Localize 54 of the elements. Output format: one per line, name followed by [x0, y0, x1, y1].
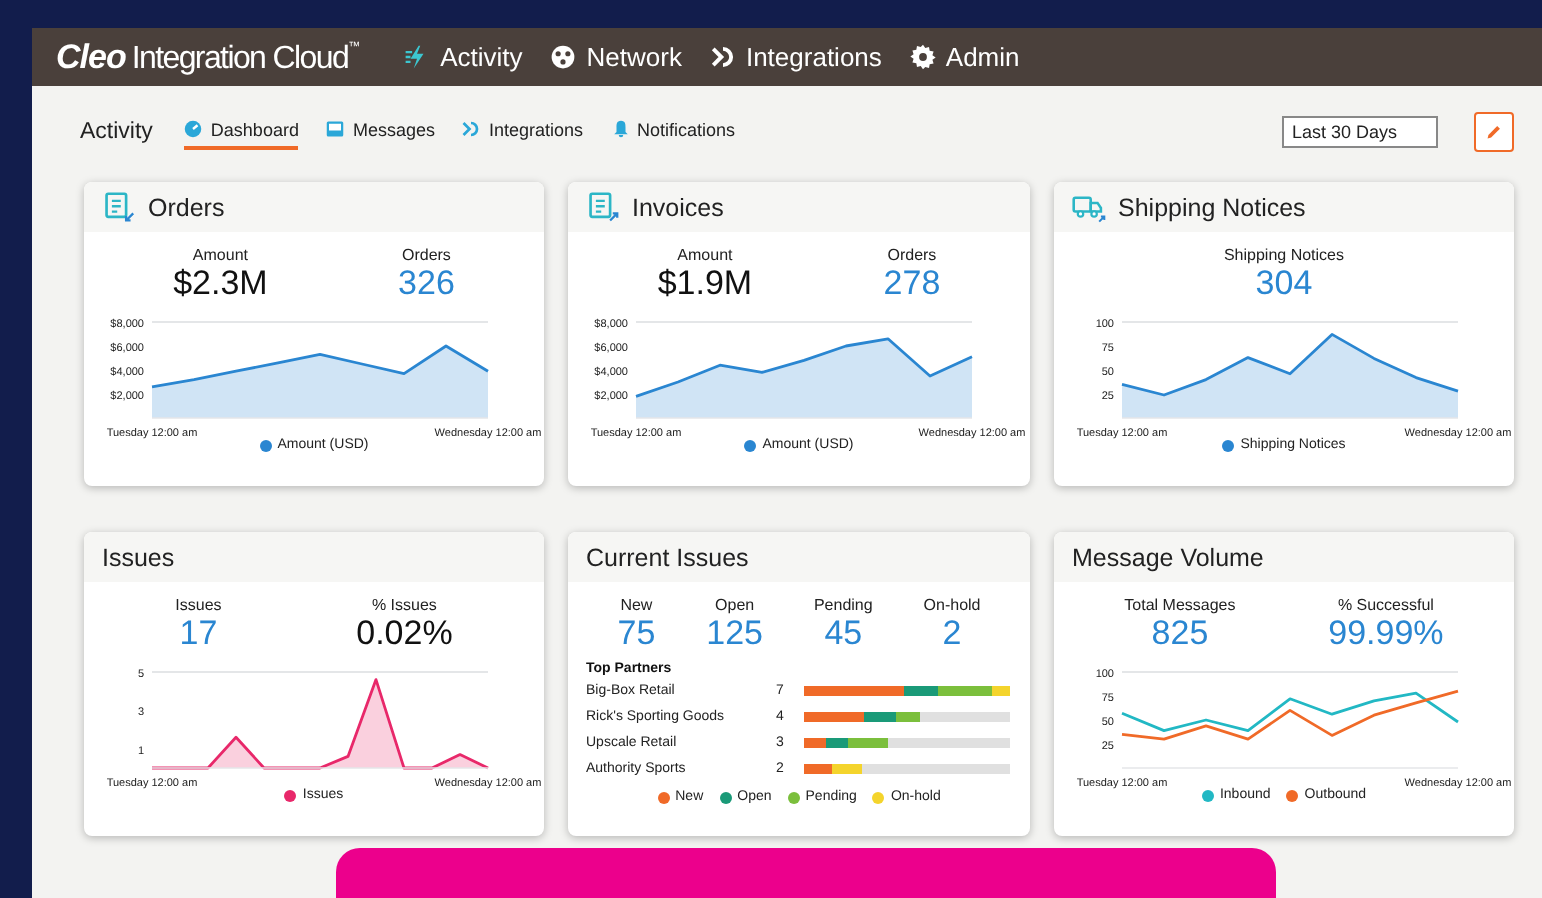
- integrations-icon: [462, 120, 481, 138]
- card-title: Orders: [148, 193, 225, 221]
- nav-link[interactable]: Integrations: [709, 42, 882, 72]
- stat-value: 2: [942, 614, 962, 652]
- stat-label: % Issues: [371, 596, 437, 614]
- tab[interactable]: Notifications: [611, 113, 736, 149]
- stat-label: On-hold: [923, 596, 981, 614]
- stat-label: Issues: [175, 596, 222, 614]
- stat-value: 75: [617, 614, 656, 652]
- document-arrow-icon: [586, 191, 620, 223]
- stat-label: Open: [715, 596, 755, 614]
- stat-value: 45: [824, 614, 863, 652]
- stat-label: Orders: [887, 246, 937, 264]
- nav-link[interactable]: Network: [550, 42, 682, 72]
- card-title: Message Volume: [1072, 543, 1264, 571]
- stat-label: Total Messages: [1124, 596, 1236, 614]
- nav-link[interactable]: Activity: [404, 42, 523, 72]
- stat-label: New: [620, 596, 653, 614]
- pencil-icon: [1486, 123, 1502, 139]
- stat-value: 825: [1151, 614, 1209, 652]
- nav-link[interactable]: Admin: [909, 42, 1020, 72]
- stat-value: $2.3M: [173, 264, 268, 302]
- card-title: Shipping Notices: [1118, 193, 1306, 221]
- tab[interactable]: Integrations: [462, 113, 584, 149]
- stat-value: 0.02%: [356, 614, 453, 652]
- stat-value: $1.9M: [657, 264, 753, 302]
- tab[interactable]: Dashboard: [184, 113, 299, 149]
- stat-label: Orders: [401, 246, 451, 264]
- stat-label: % Successful: [1337, 596, 1434, 614]
- stat-value: 99.99%: [1328, 614, 1444, 652]
- integrations-icon: [709, 44, 736, 70]
- stat-value: 304: [1255, 264, 1313, 302]
- tab[interactable]: Messages: [326, 113, 435, 149]
- stat-label: Pending: [813, 596, 873, 614]
- edit-button[interactable]: [1474, 111, 1514, 151]
- truck-icon: [1072, 191, 1106, 223]
- stat-value: 125: [706, 614, 763, 652]
- network-icon: [550, 44, 577, 70]
- date-range-field[interactable]: Last 30 Days: [1282, 115, 1438, 147]
- gauge-icon: [184, 120, 203, 138]
- gear-icon: [909, 44, 936, 70]
- stat-label: Amount: [192, 246, 248, 264]
- section-title: Activity: [80, 119, 153, 143]
- bell-icon: [611, 120, 630, 138]
- stat-label: Shipping Notices: [1223, 246, 1345, 264]
- card-title: Issues: [102, 543, 175, 571]
- card-title: Invoices: [632, 193, 724, 221]
- document-arrow-icon: [102, 191, 136, 223]
- stat-value: 278: [883, 264, 941, 302]
- stat-value: 326: [398, 264, 455, 302]
- stat-value: 17: [179, 614, 218, 652]
- inbox-icon: [326, 120, 345, 138]
- card-title: Current Issues: [586, 543, 749, 571]
- stat-label: Amount: [677, 246, 733, 264]
